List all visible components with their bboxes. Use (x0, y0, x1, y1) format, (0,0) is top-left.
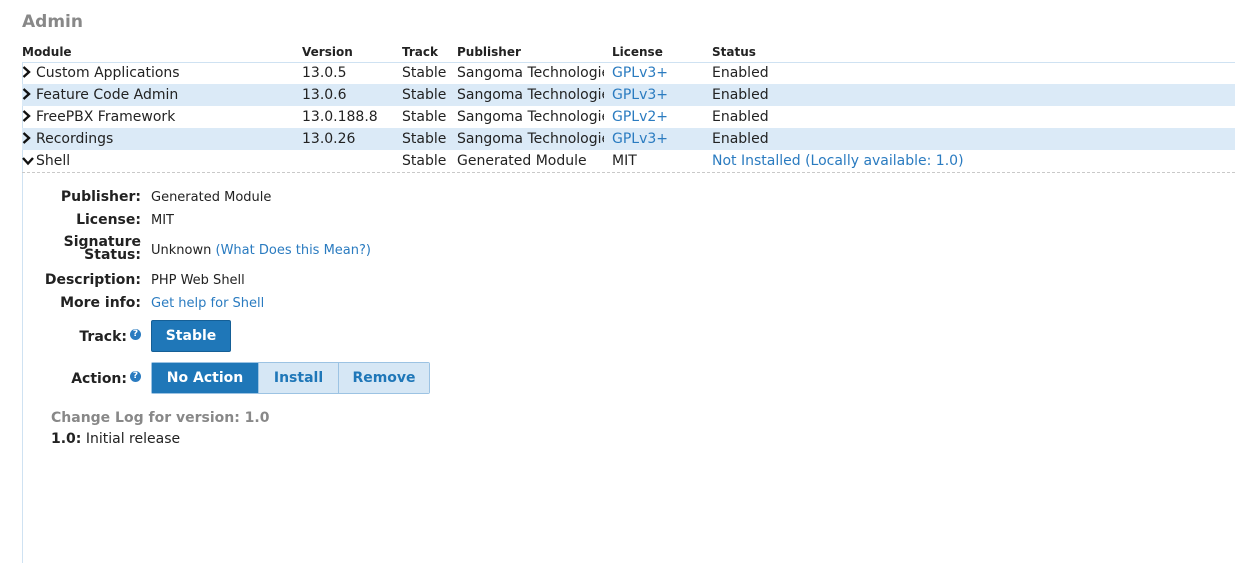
changelog-version: 1.0: (51, 431, 82, 447)
publisher-label: Publisher: (60, 189, 141, 205)
header-version: Version (302, 45, 353, 59)
get-help-link[interactable]: Get help for Shell (151, 296, 264, 311)
signature-label-line2: Status: (84, 247, 141, 263)
signature-label: Signature Status: (64, 235, 141, 263)
module-status: Enabled (712, 109, 769, 125)
status-link[interactable]: Not Installed (Locally available: 1.0) (712, 150, 1212, 172)
description-value: PHP Web Shell (151, 273, 245, 288)
track-stable-button[interactable]: Stable (151, 320, 231, 352)
chevron-right-icon (22, 62, 36, 84)
license-label: License: (76, 212, 141, 228)
signature-value: Unknown (151, 243, 212, 258)
changelog-text: Initial release (85, 431, 181, 447)
module-version: 13.0.6 (302, 87, 347, 103)
track-label-text: Track: (79, 329, 127, 345)
what-does-this-mean-link[interactable]: (What Does this Mean?) (216, 243, 371, 258)
remove-option[interactable]: Remove (338, 363, 429, 393)
module-track: Stable (402, 87, 447, 103)
module-track: Stable (402, 131, 447, 147)
description-label: Description: (44, 272, 141, 288)
module-name: FreePBX Framework (36, 109, 176, 125)
section-title: Admin (22, 12, 83, 32)
changelog-entry: 1.0: Initial release (51, 431, 180, 447)
license-value: MIT (151, 213, 174, 228)
module-status: Enabled (712, 131, 769, 147)
module-row-feature-code-admin[interactable]: Feature Code Admin 13.0.6 Stable Sangoma… (22, 84, 1235, 106)
module-publisher: Sangoma Technologies (457, 131, 604, 147)
license-link[interactable]: GPLv3+ (612, 84, 707, 106)
action-radio-group: No Action Install Remove (151, 362, 430, 394)
module-row-freepbx-framework[interactable]: FreePBX Framework 13.0.188.8 Stable Sang… (22, 106, 1235, 128)
module-name-cell: Custom Applications (22, 62, 297, 84)
module-track: Stable (402, 109, 447, 125)
changelog-title: Change Log for version: 1.0 (51, 410, 270, 426)
module-name-cell: FreePBX Framework (22, 106, 297, 128)
chevron-right-icon (22, 84, 36, 106)
license-link[interactable]: GPLv2+ (612, 106, 707, 128)
chevron-right-icon (22, 106, 36, 128)
module-publisher: Sangoma Technologies (457, 87, 604, 103)
module-name: Recordings (36, 131, 114, 147)
module-name-cell: Feature Code Admin (22, 84, 297, 106)
module-version: 13.0.188.8 (302, 109, 378, 125)
action-label-text: Action: (71, 371, 127, 387)
header-publisher: Publisher (457, 45, 521, 59)
license-link[interactable]: GPLv3+ (612, 128, 707, 150)
track-label: Track:? (79, 329, 141, 345)
module-name-cell: Recordings (22, 128, 297, 150)
action-label: Action:? (71, 371, 141, 387)
publisher-value: Generated Module (151, 190, 272, 205)
signature-value-wrap: Unknown (What Does this Mean?) (151, 243, 371, 258)
module-row-recordings[interactable]: Recordings 13.0.26 Stable Sangoma Techno… (22, 128, 1235, 150)
module-track: Stable (402, 153, 447, 169)
header-license: License (612, 45, 663, 59)
module-publisher: Sangoma Technologies (457, 65, 604, 81)
table-header: Module Version Track Publisher License S… (22, 45, 1235, 63)
module-row-custom-applications[interactable]: Custom Applications 13.0.5 Stable Sangom… (22, 62, 1235, 84)
license-link[interactable]: GPLv3+ (612, 62, 707, 84)
module-row-shell[interactable]: Shell Stable Generated Module MIT Not In… (22, 150, 1235, 173)
module-license: MIT (612, 153, 637, 169)
module-version: 13.0.26 (302, 131, 356, 147)
module-publisher: Generated Module (457, 153, 587, 169)
module-track: Stable (402, 65, 447, 81)
header-module: Module (22, 45, 72, 59)
module-status: Enabled (712, 65, 769, 81)
header-status: Status (712, 45, 756, 59)
header-track: Track (402, 45, 438, 59)
module-publisher: Sangoma Technologies (457, 109, 604, 125)
module-status: Enabled (712, 87, 769, 103)
module-name-cell: Shell (22, 150, 297, 172)
chevron-down-icon (22, 150, 36, 172)
install-option[interactable]: Install (258, 363, 338, 393)
no-action-option[interactable]: No Action (152, 363, 258, 393)
module-name: Shell (36, 153, 71, 169)
help-icon[interactable]: ? (130, 371, 141, 382)
module-name: Feature Code Admin (36, 87, 179, 103)
help-icon[interactable]: ? (130, 329, 141, 340)
more-info-label: More info: (60, 295, 141, 311)
module-version: 13.0.5 (302, 65, 347, 81)
module-name: Custom Applications (36, 65, 180, 81)
chevron-right-icon (22, 128, 36, 150)
